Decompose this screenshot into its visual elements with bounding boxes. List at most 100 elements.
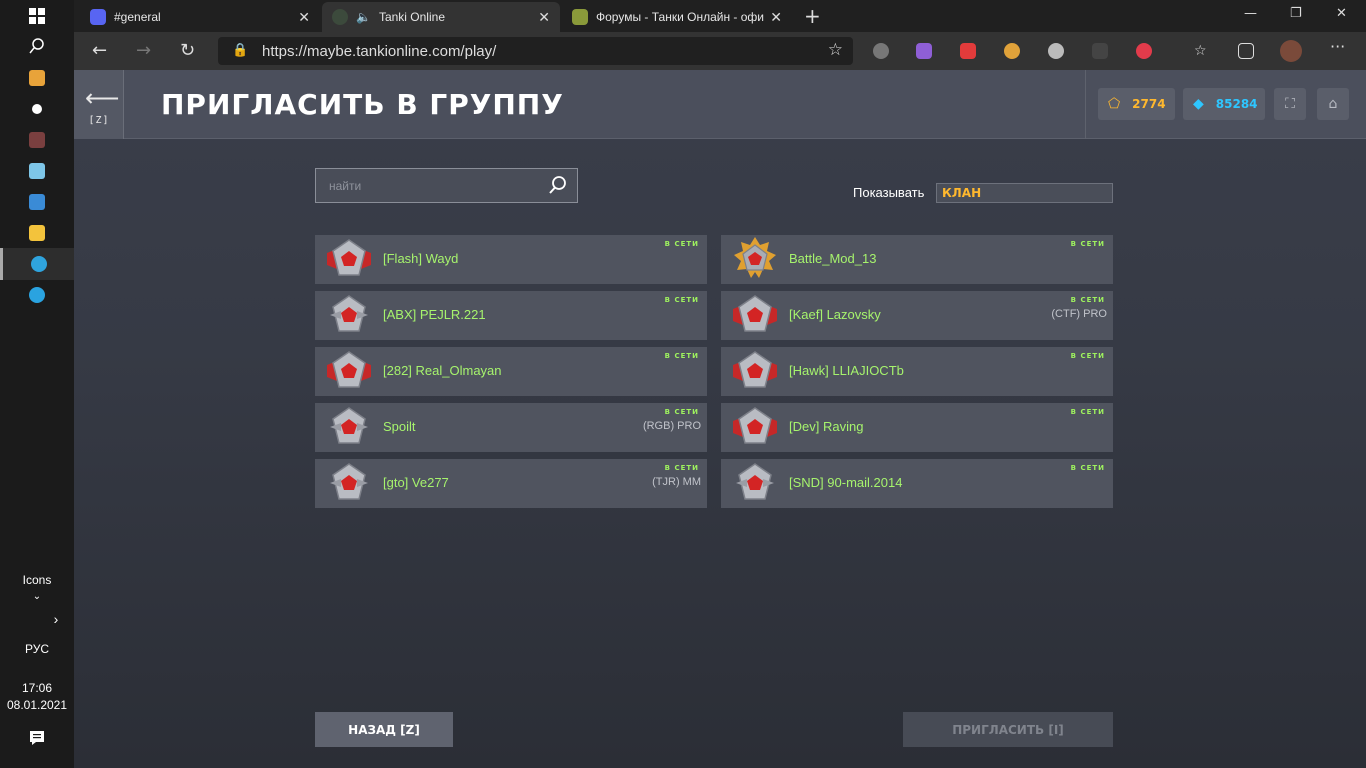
extension-gear-icon[interactable] <box>1048 43 1064 59</box>
gold-crystals-value: 2774 <box>1132 97 1166 111</box>
invite-button[interactable]: ПРИГЛАСИТЬ [I] <box>903 712 1113 747</box>
tab-forum[interactable]: Форумы - Танки Онлайн - офи ✕ <box>562 2 792 32</box>
player-card[interactable]: [Kaef] Lazovsky В СЕТИ (CTF) PRO <box>721 291 1113 340</box>
extension-feather-icon[interactable] <box>916 43 932 59</box>
player-card[interactable]: Battle_Mod_13 В СЕТИ <box>721 235 1113 284</box>
notification-icon[interactable] <box>0 722 74 754</box>
collections-icon[interactable] <box>1238 43 1254 59</box>
rank-badge-icon <box>327 293 371 337</box>
tab-discord[interactable]: #general ✕ <box>80 2 320 32</box>
extension-face-icon[interactable] <box>1004 43 1020 59</box>
clan-icon[interactable]: ⌂ <box>1317 88 1349 120</box>
avatar[interactable] <box>1280 40 1302 62</box>
windows-taskbar: Icons ⌄ › РУС 17:06 08.01.2021 <box>0 0 74 768</box>
extension-media-icon[interactable] <box>960 43 976 59</box>
online-status: В СЕТИ <box>1070 240 1105 248</box>
rank-badge-icon <box>733 293 777 337</box>
player-card[interactable]: [Flash] Wayd В СЕТИ <box>315 235 707 284</box>
chevron-down-icon[interactable]: ⌄ <box>0 591 74 602</box>
online-status: В СЕТИ <box>664 296 699 304</box>
refresh-icon[interactable]: ↻ <box>180 40 195 61</box>
more-menu-icon[interactable]: ··· <box>1330 37 1346 56</box>
tab-tanki-online[interactable]: 🔈 Tanki Online ✕ <box>322 2 560 32</box>
online-status: В СЕТИ <box>664 240 699 248</box>
player-tag: (CTF) PRO <box>1051 308 1107 320</box>
player-name: [ABX] PEJLR.221 <box>383 307 486 322</box>
edge-browser-icon[interactable] <box>0 248 74 280</box>
show-filter-label: Показывать <box>853 185 925 200</box>
player-card[interactable]: [Hawk] LLIAJIOCTb В СЕТИ <box>721 347 1113 396</box>
game-top-bar: ⟵ [Z] ПРИГЛАСИТЬ В ГРУППУ ⬠ 2774 ◆ 85284… <box>74 70 1366 139</box>
maximize-icon[interactable]: ❐ <box>1290 6 1302 21</box>
forward-icon[interactable]: → <box>136 40 151 61</box>
back-icon[interactable]: ← <box>92 40 107 61</box>
diamond-icon: ◆ <box>1193 96 1204 112</box>
player-name: Spoilt <box>383 419 416 434</box>
divider <box>1085 70 1086 139</box>
search-icon[interactable] <box>548 175 568 195</box>
search-icon[interactable] <box>0 30 74 62</box>
player-name: [gto] Ve277 <box>383 475 449 490</box>
language-indicator[interactable]: РУС <box>0 642 74 656</box>
back-arrow-button[interactable]: ⟵ [Z] <box>74 70 124 139</box>
extension-globe-icon[interactable] <box>873 43 889 59</box>
blue-crystals-badge[interactable]: ◆ 85284 <box>1183 88 1265 120</box>
player-name: [Hawk] LLIAJIOCTb <box>789 363 904 378</box>
page-title: ПРИГЛАСИТЬ В ГРУППУ <box>161 88 564 121</box>
online-status: В СЕТИ <box>1070 464 1105 472</box>
rank-badge-icon <box>327 405 371 449</box>
player-card[interactable]: Spoilt В СЕТИ (RGB) PRO <box>315 403 707 452</box>
favorite-star-icon[interactable]: ☆ <box>828 40 843 60</box>
player-name: [Kaef] Lazovsky <box>789 307 881 322</box>
search-input[interactable] <box>316 169 536 202</box>
search-box <box>315 168 578 203</box>
browser-window: #general ✕ 🔈 Tanki Online ✕ Форумы - Тан… <box>74 0 1366 768</box>
player-card[interactable]: [282] Real_Olmayan В СЕТИ <box>315 347 707 396</box>
player-card[interactable]: [SND] 90-mail.2014 В СЕТИ <box>721 459 1113 508</box>
game-app-icon[interactable] <box>0 124 74 156</box>
clock-date[interactable]: 08.01.2021 <box>0 698 74 712</box>
tab-title: Форумы - Танки Онлайн - офи <box>596 10 764 24</box>
player-name: [Flash] Wayd <box>383 251 459 266</box>
player-card[interactable]: [gto] Ve277 В СЕТИ (TJR) MM <box>315 459 707 508</box>
paint-app-icon[interactable] <box>0 62 74 94</box>
clock-time[interactable]: 17:06 <box>0 681 74 695</box>
minimize-icon[interactable]: — <box>1244 6 1257 21</box>
blue-crystals-value: 85284 <box>1215 97 1258 111</box>
close-icon[interactable]: ✕ <box>298 9 310 26</box>
url-field[interactable]: 🔒 https://maybe.tankionline.com/play/ ☆ <box>218 37 853 65</box>
gold-crystals-badge[interactable]: ⬠ 2774 <box>1098 88 1175 120</box>
fullscreen-icon[interactable]: ⛶ <box>1274 88 1306 120</box>
obs-app-icon[interactable] <box>0 93 74 125</box>
rank-badge-icon <box>327 461 371 505</box>
address-bar: ← → ↻ 🔒 https://maybe.tankionline.com/pl… <box>74 32 1366 70</box>
telegram-icon[interactable] <box>0 279 74 311</box>
window-close-icon[interactable]: ✕ <box>1336 6 1347 21</box>
extension-bolt-icon[interactable] <box>1136 43 1152 59</box>
rank-badge-icon <box>733 349 777 393</box>
arrow-left-icon: ⟵ <box>85 84 120 112</box>
windows-start-icon[interactable] <box>0 0 74 32</box>
player-card[interactable]: [Dev] Raving В СЕТИ <box>721 403 1113 452</box>
remote-app-icon[interactable] <box>0 186 74 218</box>
notepad-app-icon[interactable] <box>0 155 74 187</box>
file-explorer-icon[interactable] <box>0 217 74 249</box>
rank-badge-icon <box>327 349 371 393</box>
close-icon[interactable]: ✕ <box>770 9 782 26</box>
back-button[interactable]: НАЗАД [Z] <box>315 712 453 747</box>
tab-title: #general <box>114 10 161 24</box>
game-view: ⟵ [Z] ПРИГЛАСИТЬ В ГРУППУ ⬠ 2774 ◆ 85284… <box>74 70 1366 768</box>
extension-dark-icon[interactable] <box>1092 43 1108 59</box>
chevron-right-icon[interactable]: › <box>48 611 64 627</box>
lock-icon[interactable]: 🔒 <box>232 42 248 58</box>
speaker-icon[interactable]: 🔈 <box>356 10 371 24</box>
player-name: [Dev] Raving <box>789 419 864 434</box>
tab-bar: #general ✕ 🔈 Tanki Online ✕ Форумы - Тан… <box>74 0 1366 32</box>
new-tab-icon[interactable]: + <box>804 4 821 28</box>
close-icon[interactable]: ✕ <box>538 9 550 26</box>
online-status: В СЕТИ <box>664 464 699 472</box>
back-hotkey: [Z] <box>88 115 110 126</box>
player-card[interactable]: [ABX] PEJLR.221 В СЕТИ <box>315 291 707 340</box>
favorites-icon[interactable]: ☆ <box>1194 43 1210 59</box>
show-filter-select[interactable]: КЛАН <box>936 183 1113 203</box>
